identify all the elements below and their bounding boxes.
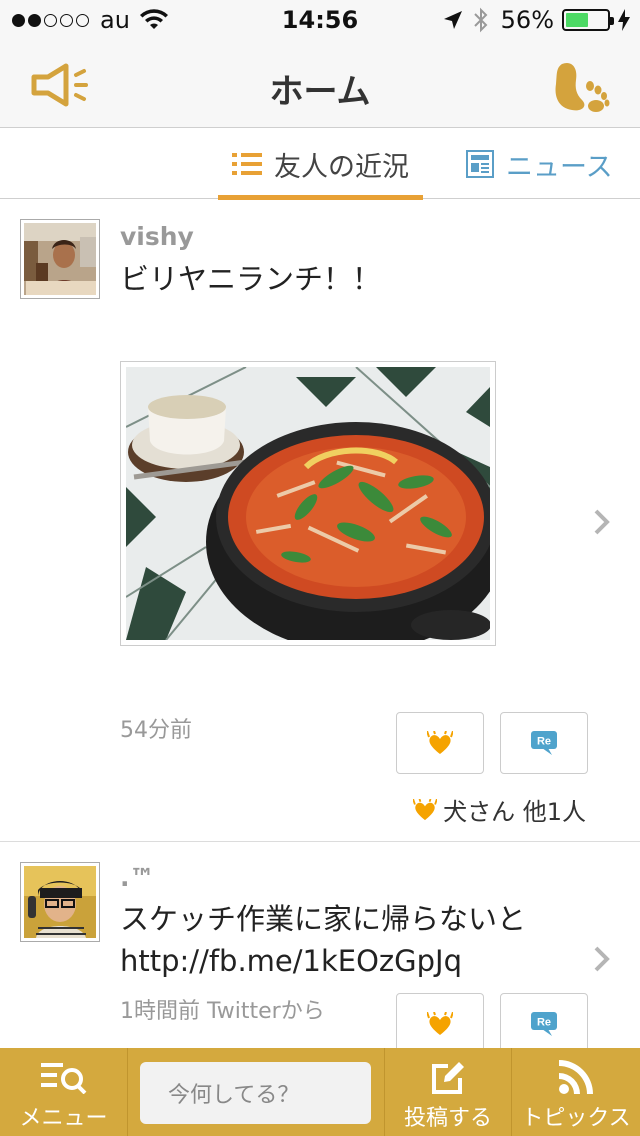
topics-button[interactable]: トピックス	[512, 1048, 640, 1136]
reply-button[interactable]: Re	[500, 993, 588, 1055]
reply-bubble-icon: Re	[531, 731, 557, 755]
post-link[interactable]: http://fb.me/1kEOzGpJq	[120, 940, 526, 982]
menu-search-icon	[40, 1063, 86, 1094]
tab-news[interactable]: ニュース	[466, 129, 613, 199]
compose-icon	[432, 1062, 464, 1094]
page-title: ホーム	[269, 72, 371, 112]
likes-text: 犬さん 他1人	[443, 798, 586, 826]
status-compose-field[interactable]: 今何してる？	[140, 1062, 371, 1124]
battery-fill	[566, 13, 589, 27]
list-icon	[232, 153, 262, 175]
tab-friends-label: 友人の近況	[274, 151, 409, 183]
post-text: ビリヤニランチ！！	[120, 262, 382, 296]
post-time: 54分前	[120, 718, 192, 743]
footprint-icon[interactable]	[552, 56, 612, 116]
avatar[interactable]	[20, 862, 100, 942]
likes-summary[interactable]: 犬さん 他1人	[413, 792, 586, 827]
status-bar: au 14:56 56%	[0, 0, 640, 40]
post-photo[interactable]	[120, 361, 496, 646]
avatar[interactable]	[20, 219, 100, 299]
post-label: 投稿する	[403, 1106, 492, 1131]
like-button[interactable]	[396, 993, 484, 1055]
rss-icon	[559, 1060, 593, 1094]
battery-icon	[562, 9, 614, 31]
heart-hands-icon	[427, 1012, 453, 1035]
post-username[interactable]: .™	[120, 863, 155, 892]
chevron-right-icon[interactable]	[592, 507, 612, 537]
segment-tabs: 友人の近況 ニュース	[0, 129, 640, 200]
battery-tip	[610, 17, 614, 25]
bottom-tab-bar: メニュー 今何してる？ 投稿する トピックス	[0, 1048, 640, 1136]
reply-bubble-icon: Re	[531, 1012, 557, 1036]
nav-bar: ホーム	[0, 40, 640, 128]
charging-bolt-icon	[618, 9, 630, 31]
reply-label: Re	[537, 1017, 551, 1029]
location-arrow-icon	[443, 11, 462, 29]
post-text-line: スケッチ作業に家に帰らないと	[120, 902, 527, 936]
heart-hands-icon	[427, 731, 453, 754]
post-text: スケッチ作業に家に帰らないと http://fb.me/1kEOzGpJq	[120, 898, 526, 982]
chevron-right-icon[interactable]	[592, 944, 612, 974]
post-username[interactable]: vishy	[120, 222, 194, 251]
post-time: 1時間前 Twitterから	[120, 999, 325, 1024]
newspaper-icon	[466, 150, 494, 178]
menu-button[interactable]: メニュー	[0, 1048, 128, 1136]
tab-friends[interactable]: 友人の近況	[218, 129, 423, 200]
tab-news-label: ニュース	[506, 151, 613, 183]
battery-percent: 56%	[500, 6, 554, 34]
bluetooth-icon	[473, 7, 488, 33]
reply-button[interactable]: Re	[500, 712, 588, 774]
menu-label: メニュー	[19, 1106, 108, 1131]
status-right: 56%	[443, 6, 630, 34]
like-button[interactable]	[396, 712, 484, 774]
feed-post[interactable]: vishy ビリヤニランチ！！ 54分前 Re 犬さん 他1人	[0, 200, 640, 842]
heart-hands-icon	[413, 798, 438, 820]
post-button[interactable]: 投稿する	[384, 1048, 512, 1136]
reply-label: Re	[537, 736, 551, 748]
topics-label: トピックス	[521, 1106, 631, 1131]
feed-post[interactable]: .™ スケッチ作業に家に帰らないと http://fb.me/1kEOzGpJq…	[0, 843, 640, 1055]
